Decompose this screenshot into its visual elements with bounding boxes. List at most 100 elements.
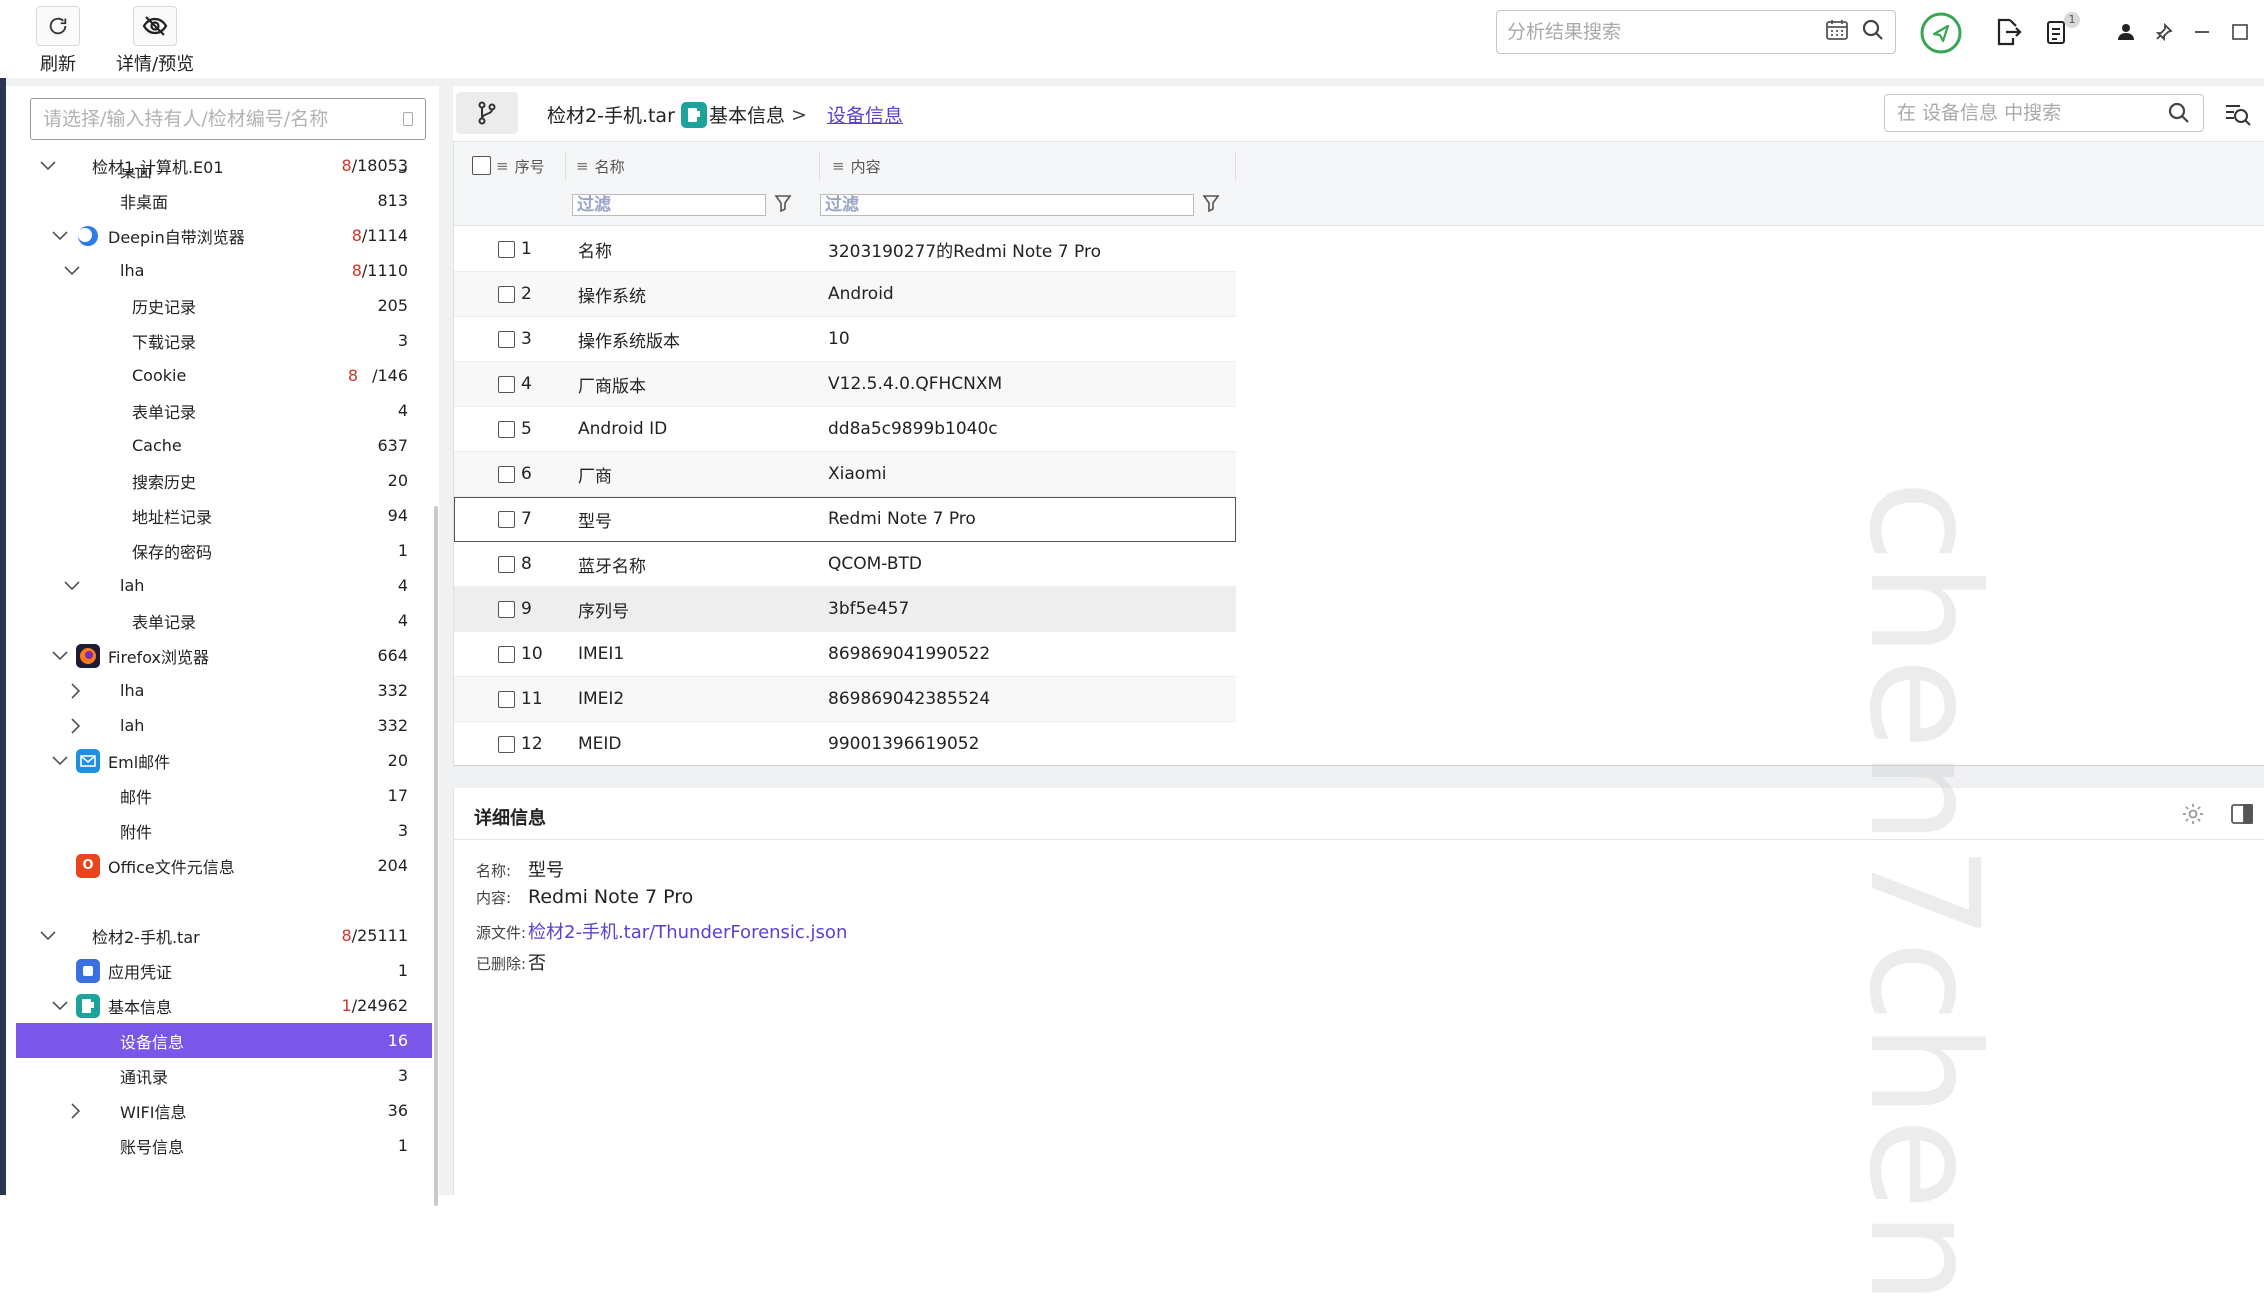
table-row[interactable]: 12 MEID 99001396619052 <box>454 722 1236 767</box>
row-checkbox[interactable] <box>498 465 515 483</box>
panel-splitter[interactable] <box>439 86 453 1195</box>
tree-item-search-history[interactable]: 搜索历史 20 <box>16 463 432 498</box>
column-menu-icon[interactable]: ≡ <box>576 157 589 175</box>
tree-item-basic-info[interactable]: 基本信息 1/24962 <box>16 988 432 1023</box>
filter-icon[interactable] <box>1202 194 1220 217</box>
settings-icon[interactable] <box>2181 802 2205 831</box>
tree-item-cookie[interactable]: Cookie 8/146 <box>16 358 432 393</box>
row-checkbox[interactable] <box>498 600 515 618</box>
row-checkbox[interactable] <box>498 510 515 528</box>
row-checkbox[interactable] <box>498 420 515 438</box>
chevron-right-icon[interactable] <box>68 1102 84 1119</box>
tree-item-eml-mail[interactable]: Eml邮件 20 <box>16 743 432 778</box>
table-search-box[interactable] <box>1884 94 2204 132</box>
breadcrumb-evidence2[interactable]: 检材2-手机.tar> <box>547 101 697 128</box>
table-row[interactable]: 11 IMEI2 869869042385524 <box>454 677 1236 722</box>
column-header-index[interactable]: ≡ 序号 <box>496 152 566 180</box>
dropdown-icon[interactable] <box>403 112 413 126</box>
row-checkbox[interactable] <box>498 645 515 663</box>
content-filter-input[interactable] <box>820 194 1194 216</box>
panel-toggle-icon[interactable] <box>2230 802 2254 831</box>
result-search-input[interactable] <box>1507 21 1825 43</box>
advanced-search-icon[interactable] <box>2223 100 2253 133</box>
tree-item-address-bar[interactable]: 地址栏记录 94 <box>16 498 432 533</box>
maximize-icon[interactable] <box>2222 14 2258 50</box>
chevron-down-icon[interactable] <box>52 998 68 1014</box>
table-row[interactable]: 2 操作系统 Android <box>454 272 1236 317</box>
row-checkbox[interactable] <box>498 690 515 708</box>
tree-item-non-desktop[interactable]: 非桌面 813 <box>16 183 432 218</box>
row-checkbox[interactable] <box>498 555 515 573</box>
row-checkbox[interactable] <box>498 285 515 303</box>
chevron-down-icon[interactable] <box>52 648 68 664</box>
evidence-search-box[interactable] <box>30 98 426 140</box>
source-file-link[interactable]: 检材2-手机.tar/ThunderForensic.json <box>528 918 847 944</box>
minimize-icon[interactable] <box>2184 14 2220 50</box>
tree-item-cache[interactable]: Cache 637 <box>16 428 432 463</box>
chevron-down-icon[interactable] <box>40 928 56 944</box>
tree-item-accounts[interactable]: 账号信息 1 <box>16 1128 432 1163</box>
table-row[interactable]: 5 Android ID dd8a5c9899b1040c <box>454 407 1236 452</box>
chevron-down-icon[interactable] <box>52 228 68 244</box>
tree-item-mail[interactable]: 邮件 17 <box>16 778 432 813</box>
table-search-input[interactable] <box>1897 102 2167 124</box>
calendar-icon[interactable] <box>1825 19 1849 46</box>
row-checkbox[interactable] <box>498 735 515 753</box>
table-row-hovered[interactable]: 9 序列号 3bf5e457 <box>454 587 1236 632</box>
breadcrumb-device-info[interactable]: 设备信息 <box>827 101 903 128</box>
tree-item-form-records[interactable]: 表单记录 4 <box>16 603 432 638</box>
table-row[interactable]: 1 名称 3203190277的Redmi Note 7 Pro <box>454 227 1236 272</box>
detail-preview-button[interactable]: 详情/预览 <box>116 6 194 76</box>
task-list-icon[interactable]: 1 <box>2040 12 2080 50</box>
tree-item-history[interactable]: 历史记录 205 <box>16 288 432 323</box>
evidence-search-input[interactable] <box>43 108 403 130</box>
tree-item-app-credentials[interactable]: 应用凭证 1 <box>16 953 432 988</box>
tree-item-lha[interactable]: lha 8/1110 <box>16 253 432 288</box>
chevron-down-icon[interactable] <box>52 753 68 769</box>
column-menu-icon[interactable]: ≡ <box>496 157 509 175</box>
tree-item-saved-passwords[interactable]: 保存的密码 1 <box>16 533 432 568</box>
column-menu-icon[interactable]: ≡ <box>832 157 845 175</box>
table-row[interactable]: 4 厂商版本 V12.5.4.0.QFHCNXM <box>454 362 1236 407</box>
tree-item-form-records[interactable]: 表单记录 4 <box>16 393 432 428</box>
sidebar-scrollbar[interactable] <box>434 506 438 1206</box>
pin-location-icon[interactable] <box>1920 12 1962 54</box>
row-checkbox[interactable] <box>498 375 515 393</box>
tree-item-lah[interactable]: lah 332 <box>16 708 432 743</box>
column-header-content[interactable]: ≡ 内容 <box>820 152 1236 180</box>
export-icon[interactable] <box>1990 14 2026 50</box>
chevron-right-icon[interactable] <box>68 717 84 734</box>
name-filter-input[interactable] <box>572 194 766 216</box>
tree-item-office-meta[interactable]: O Office文件元信息 204 <box>16 848 432 883</box>
branch-button[interactable] <box>456 92 518 134</box>
chevron-right-icon[interactable] <box>68 682 84 699</box>
tree-item-deepin-browser[interactable]: Deepin自带浏览器 8/1114 <box>16 218 432 253</box>
result-search-box[interactable] <box>1496 10 1896 54</box>
table-row-selected[interactable]: 7 型号 Redmi Note 7 Pro <box>454 497 1236 542</box>
table-row[interactable]: 6 厂商 Xiaomi <box>454 452 1236 497</box>
chevron-down-icon[interactable] <box>64 263 80 279</box>
tree-item-firefox[interactable]: Firefox浏览器 664 <box>16 638 432 673</box>
tree-item-evidence2[interactable]: 检材2-手机.tar 8/25111 <box>16 918 432 953</box>
tree-item-lah[interactable]: lah 4 <box>16 568 432 603</box>
pin-icon[interactable] <box>2146 14 2182 50</box>
tree-item-desktop[interactable]: 桌面 5 <box>16 168 432 184</box>
tree-item-device-info[interactable]: 设备信息 16 <box>16 1023 432 1058</box>
select-all-checkbox[interactable] <box>472 156 491 175</box>
filter-icon[interactable] <box>774 194 792 217</box>
row-checkbox[interactable] <box>498 240 515 258</box>
chevron-down-icon[interactable] <box>64 578 80 594</box>
tree-item-contacts[interactable]: 通讯录 3 <box>16 1058 432 1093</box>
detail-splitter[interactable] <box>453 766 2264 788</box>
tree-item-wifi[interactable]: WIFI信息 36 <box>16 1093 432 1128</box>
search-icon[interactable] <box>1861 18 1885 47</box>
table-row[interactable]: 10 IMEI1 869869041990522 <box>454 632 1236 677</box>
table-row[interactable]: 8 蓝牙名称 QCOM-BTD <box>454 542 1236 587</box>
column-header-name[interactable]: ≡ 名称 <box>570 152 820 180</box>
refresh-button[interactable]: 刷新 <box>36 6 80 76</box>
tree-item-lha[interactable]: lha 332 <box>16 673 432 708</box>
user-icon[interactable] <box>2108 14 2144 50</box>
tree-item-attachments[interactable]: 附件 3 <box>16 813 432 848</box>
breadcrumb-basic-info[interactable]: 基本信息 > <box>681 101 807 128</box>
row-checkbox[interactable] <box>498 330 515 348</box>
